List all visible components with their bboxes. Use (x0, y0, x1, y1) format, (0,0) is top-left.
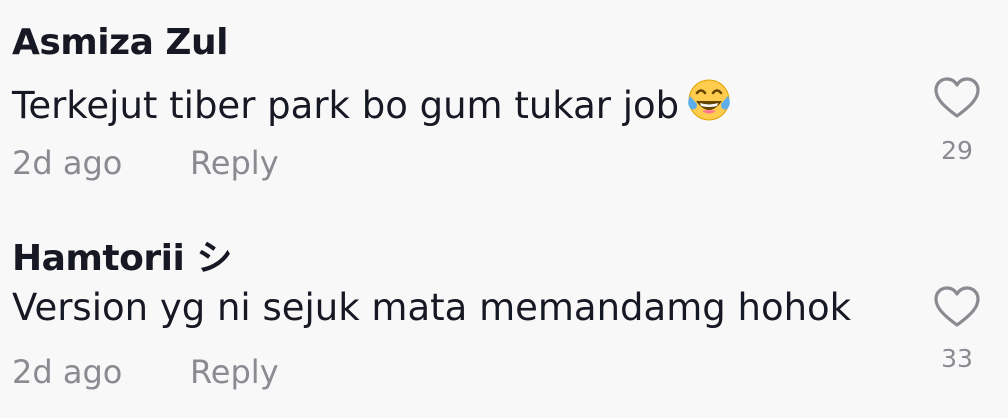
comment-text: Version yg ni sejuk mata memandamg hohok (12, 286, 852, 329)
heart-icon (934, 286, 980, 327)
comment-username[interactable]: Hamtorii シ (12, 229, 232, 281)
comment-username[interactable]: Asmiza Zul (12, 22, 229, 63)
comment-timestamp: 2d ago (12, 144, 123, 182)
comment-meta: 2d ago Reply (12, 353, 279, 391)
like-button[interactable] (932, 75, 982, 121)
comment-text: Terkejut tiber park bo gum tukar job (12, 76, 733, 133)
comment-timestamp: 2d ago (12, 353, 123, 391)
reply-button[interactable]: Reply (190, 353, 279, 391)
like-count: 29 (941, 136, 973, 165)
comment-text-content: Terkejut tiber park bo gum tukar job (12, 84, 680, 127)
heart-icon (934, 77, 980, 118)
reply-button[interactable]: Reply (190, 144, 279, 182)
comment-meta: 2d ago Reply (12, 144, 279, 182)
like-count: 33 (941, 344, 973, 373)
laughing-tears-emoji-icon (685, 76, 733, 133)
like-button[interactable] (932, 284, 982, 330)
